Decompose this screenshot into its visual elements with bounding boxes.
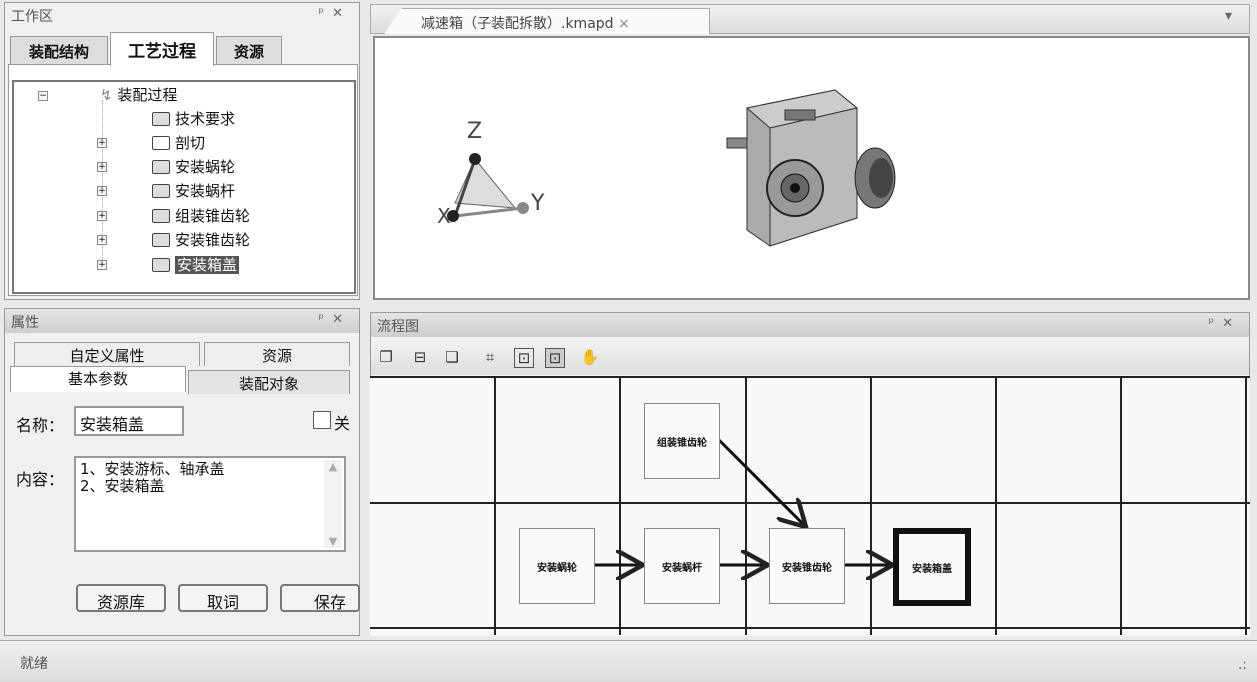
flow-node[interactable]: 安装蜗轮 <box>519 528 595 604</box>
status-text: 就绪 <box>20 656 48 672</box>
resize-grip-icon[interactable]: .: <box>1238 657 1247 673</box>
flow-node[interactable]: 组装锥齿轮 <box>644 403 720 479</box>
flow-arrows <box>595 438 1257 682</box>
arrow <box>717 438 806 527</box>
flow-node[interactable]: 安装锥齿轮 <box>769 528 845 604</box>
tab-process[interactable]: 工艺过程 <box>110 32 214 66</box>
status-bar: 就绪 .: <box>0 640 1257 682</box>
flow-node-selected[interactable]: 安装箱盖 <box>893 528 971 606</box>
flow-node[interactable]: 安装蜗杆 <box>644 528 720 604</box>
tab-basic-params[interactable]: 基本参数 <box>10 366 186 392</box>
